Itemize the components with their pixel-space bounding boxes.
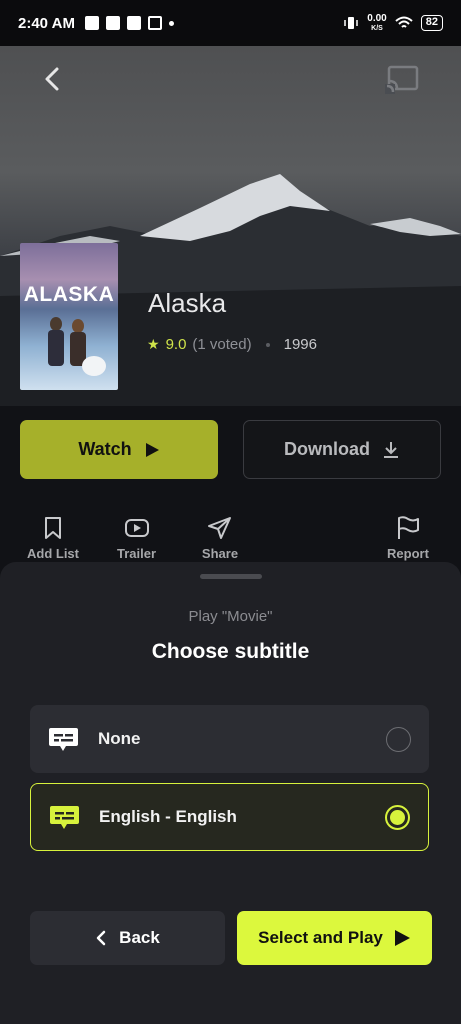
back-button[interactable]: Back <box>30 911 225 965</box>
download-icon <box>384 441 398 458</box>
select-and-play-label: Select and Play <box>258 928 383 947</box>
wifi-icon <box>395 16 413 28</box>
notification-icons <box>84 16 174 30</box>
snapchat-icon <box>84 16 99 30</box>
subtitle-option-label: English - English <box>99 807 237 826</box>
movie-title: Alaska <box>148 288 227 318</box>
speed-unit: K/S <box>371 24 383 32</box>
back-label: Back <box>119 928 160 947</box>
subtitle-option-none[interactable]: None <box>30 705 429 773</box>
trailer-label: Trailer <box>116 546 157 561</box>
play-icon <box>394 930 410 946</box>
battery-indicator: 82 <box>420 15 443 31</box>
share-action[interactable]: Share <box>198 516 242 561</box>
subtitle-bottom-sheet: Play "Movie" Choose subtitle None Englis… <box>0 562 461 1024</box>
back-arrow-icon[interactable] <box>38 64 68 94</box>
sheet-drag-handle[interactable] <box>200 574 262 579</box>
download-button[interactable]: Download <box>243 420 441 479</box>
status-bar: 2:40 AM 0.00 K/S 82 <box>0 0 461 46</box>
more-notifications-dot-icon <box>168 20 174 26</box>
watch-label: Watch <box>78 439 132 459</box>
bookmark-icon <box>45 517 61 539</box>
chevron-left-icon <box>96 930 106 946</box>
vote-count: (1 voted) <box>192 336 252 353</box>
v-app-icon <box>105 16 120 30</box>
play-icon <box>145 442 159 457</box>
movie-meta: ★ 9.0 (1 voted) 1996 <box>147 336 317 353</box>
watch-button[interactable]: Watch <box>20 420 218 479</box>
action-row: Add List Trailer Share Report <box>0 516 461 566</box>
select-and-play-button[interactable]: Select and Play <box>237 911 432 965</box>
add-list-action[interactable]: Add List <box>27 516 79 561</box>
download-label: Download <box>284 439 370 459</box>
poster-title: ALASKA <box>23 283 115 306</box>
radio-button-none[interactable] <box>386 726 411 752</box>
subtitle-option-label: None <box>98 729 141 748</box>
report-label: Report <box>387 546 429 561</box>
movie-year: 1996 <box>283 336 317 353</box>
star-icon: ★ <box>147 336 160 352</box>
vibrate-icon <box>344 17 359 29</box>
share-label: Share <box>201 546 239 561</box>
report-action[interactable]: Report <box>385 516 431 561</box>
speed-value: 0.00 <box>367 12 387 24</box>
gmail-icon <box>147 16 162 30</box>
meta-separator <box>265 342 270 347</box>
trailer-action[interactable]: Trailer <box>114 516 159 561</box>
square-app-icon <box>126 16 141 30</box>
sheet-subtitle: Play "Movie" <box>188 608 273 625</box>
network-speed: 0.00 K/S <box>367 12 387 33</box>
flag-icon <box>398 516 419 539</box>
subtitles-icon <box>49 727 78 751</box>
movie-rating: 9.0 <box>165 336 187 353</box>
sheet-title: Choose subtitle <box>151 640 310 663</box>
video-icon <box>124 519 149 537</box>
subtitle-option-english[interactable]: English - English <box>30 783 429 851</box>
radio-button-english-selected[interactable] <box>385 804 410 830</box>
status-time: 2:40 AM <box>18 14 75 32</box>
poster-figures-image <box>48 317 106 376</box>
movie-poster: ALASKA <box>20 243 118 390</box>
send-icon <box>208 517 231 539</box>
add-list-label: Add List <box>27 546 79 561</box>
subtitles-icon <box>50 805 79 829</box>
cast-icon[interactable] <box>385 64 421 94</box>
